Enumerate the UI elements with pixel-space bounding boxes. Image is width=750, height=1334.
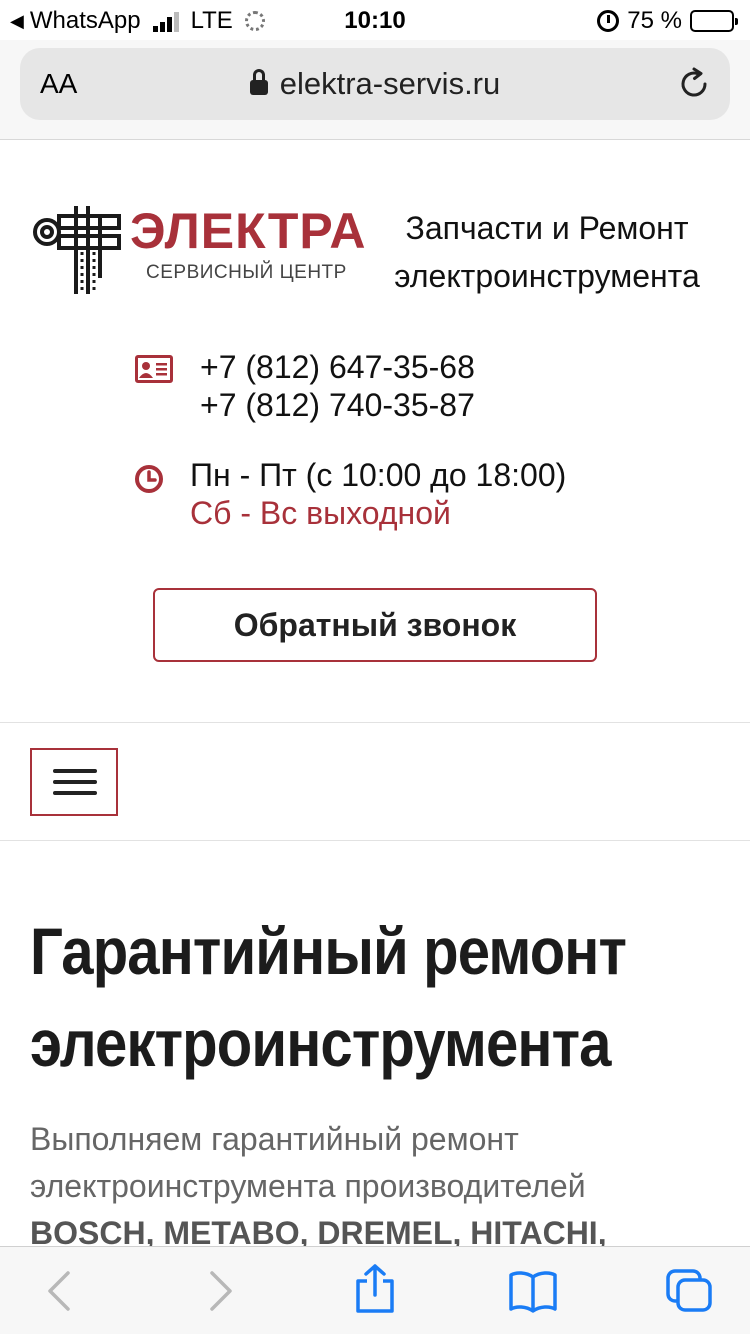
phone-list: +7 (812) 647-35-68 +7 (812) 740-35-87	[200, 348, 475, 424]
logo-word: ЭЛЕКТРА	[130, 203, 367, 259]
lock-icon	[249, 69, 268, 97]
bookmarks-icon[interactable]	[508, 1269, 558, 1313]
hours-weekdays: Пн - Пт (с 10:00 до 18:00)	[190, 457, 567, 493]
url-display[interactable]: elektra-servis.ru	[20, 66, 730, 102]
intro-paragraph: Выполняем гарантийный ремонт электроинст…	[30, 1116, 730, 1257]
status-right: 75 %	[597, 7, 738, 35]
page-title-line2: электроинструмента	[30, 1006, 611, 1080]
share-icon[interactable]	[350, 1263, 400, 1315]
hamburger-line-icon	[53, 791, 97, 795]
phone-link-1[interactable]: +7 (812) 647-35-68	[200, 348, 475, 386]
intro-line1: Выполняем гарантийный ремонт	[30, 1121, 519, 1157]
callback-button[interactable]: Обратный звонок	[153, 588, 597, 662]
forward-button[interactable]	[194, 1269, 244, 1313]
divider-top	[0, 722, 750, 723]
url-text: elektra-servis.ru	[279, 66, 501, 101]
site-logo[interactable]: ЭЛЕКТРА СЕРВИСНЫЙ ЦЕНТР	[30, 198, 365, 298]
caliper-logo-icon	[33, 206, 121, 294]
hamburger-line-icon	[53, 780, 97, 784]
reload-icon[interactable]	[676, 66, 712, 102]
browser-address-area: AA elektra-servis.ru	[0, 40, 750, 140]
tagline-line2: электроинструмента	[394, 258, 700, 294]
hours-text: Пн - Пт (с 10:00 до 18:00) Сб - Вс выход…	[190, 456, 566, 532]
menu-toggle-button[interactable]	[30, 748, 118, 816]
tabs-icon[interactable]	[664, 1269, 714, 1313]
site-tagline: Запчасти и Ремонт электроинструмента	[362, 204, 732, 300]
hours-weekend: Сб - Вс выходной	[190, 495, 451, 531]
tagline-line1: Запчасти и Ремонт	[405, 210, 689, 246]
divider-bottom	[0, 840, 750, 841]
alarm-icon	[597, 10, 620, 32]
phone-link-2[interactable]: +7 (812) 740-35-87	[200, 386, 475, 424]
intro-line2: электроинструмента производителей	[30, 1168, 586, 1204]
browser-toolbar	[0, 1246, 750, 1334]
logo-subtitle: СЕРВИСНЫЙ ЦЕНТР	[146, 262, 347, 283]
back-button[interactable]	[36, 1269, 86, 1313]
clock-icon	[135, 465, 163, 493]
battery-percent: 75 %	[627, 7, 682, 34]
page-title: Гарантийный ремонт электроинструмента	[30, 905, 716, 1089]
contact-card-icon	[135, 355, 173, 383]
battery-icon	[690, 10, 738, 32]
page-title-line1: Гарантийный ремонт	[30, 914, 627, 988]
status-bar: ◀ WhatsApp LTE 10:10 75 %	[0, 0, 750, 40]
hamburger-line-icon	[53, 769, 97, 773]
address-bar[interactable]: AA elektra-servis.ru	[20, 48, 730, 120]
